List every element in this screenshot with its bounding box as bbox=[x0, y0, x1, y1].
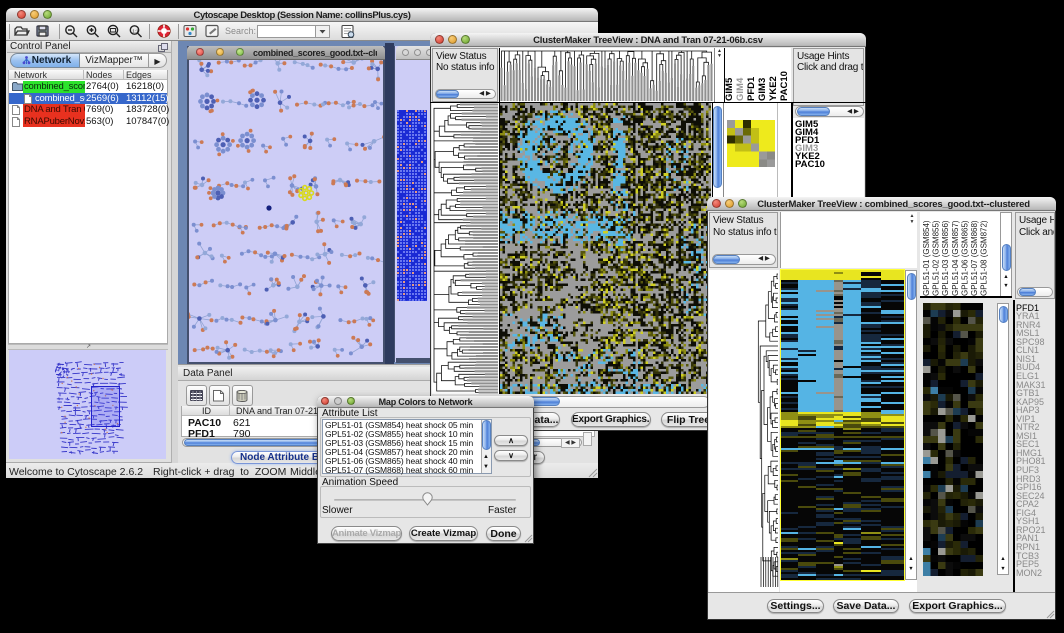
svg-text:GIM4: GIM4 bbox=[735, 77, 746, 101]
svg-text:GIM5: GIM5 bbox=[724, 77, 735, 101]
svg-text:GPL51-06 (GSM865): GPL51-06 (GSM865) bbox=[960, 220, 969, 296]
svg-text:GPL51-04 (GSM857): GPL51-04 (GSM857) bbox=[951, 220, 960, 296]
svg-text:Search:: Search: bbox=[225, 26, 256, 36]
svg-text:YKE2: YKE2 bbox=[768, 76, 779, 101]
svg-text:PAC10: PAC10 bbox=[779, 71, 790, 101]
svg-text:GPL51-07 (GSM868): GPL51-07 (GSM868) bbox=[970, 220, 979, 296]
svg-text:GIM3: GIM3 bbox=[757, 77, 768, 100]
svg-text:1:1: 1:1 bbox=[132, 28, 139, 33]
svg-text:PFD1: PFD1 bbox=[746, 76, 757, 101]
svg-text:GPL51-02 (GSM855): GPL51-02 (GSM855) bbox=[932, 220, 941, 296]
svg-text:GPL51-01 (GSM854): GPL51-01 (GSM854) bbox=[922, 220, 931, 296]
svg-text:GPL51-03 (GSM856): GPL51-03 (GSM856) bbox=[941, 220, 950, 296]
svg-text:GPL51-08 (GSM872): GPL51-08 (GSM872) bbox=[980, 220, 989, 296]
